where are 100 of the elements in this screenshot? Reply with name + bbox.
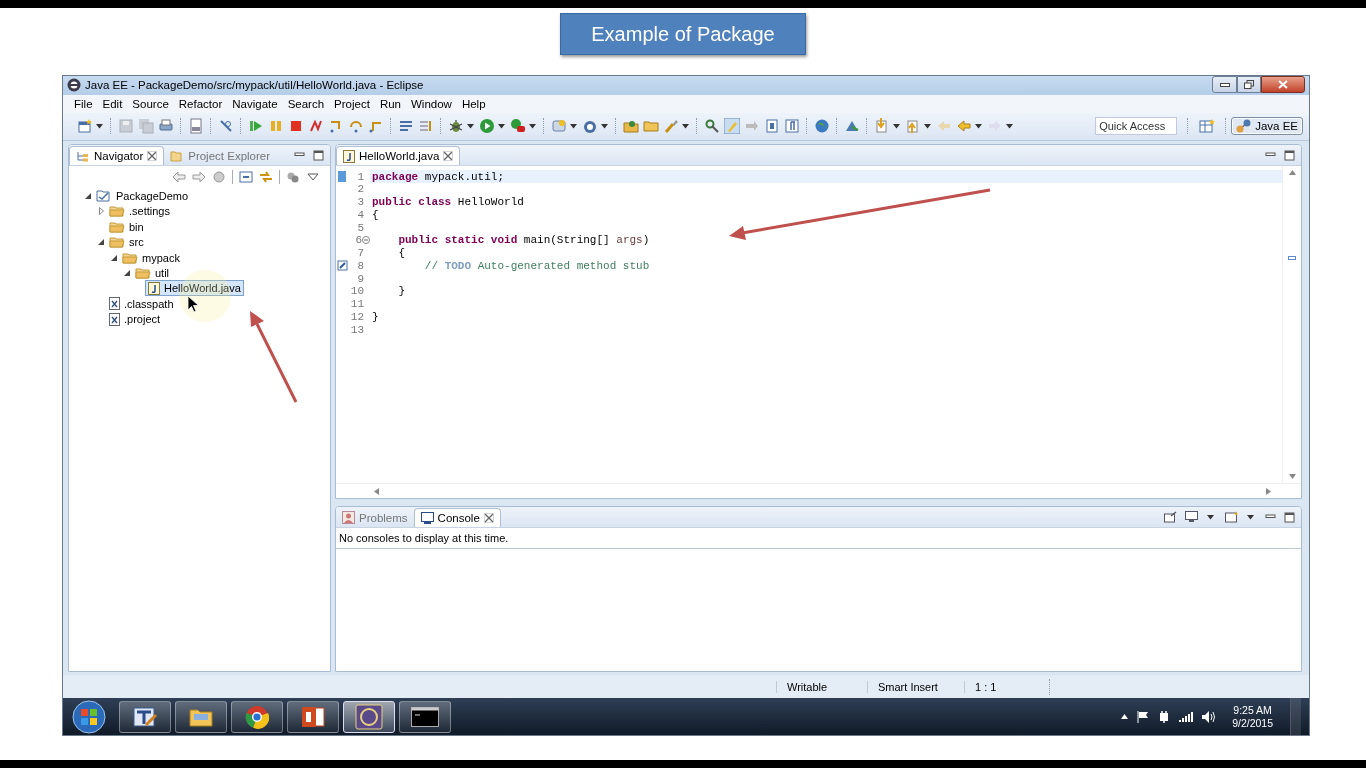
caret-icon[interactable]	[975, 123, 982, 129]
terminal-icon	[411, 706, 439, 727]
tab[interactable]: Navigator	[69, 146, 165, 166]
caret-icon[interactable]	[96, 123, 103, 129]
caret-icon[interactable]	[601, 123, 608, 129]
status-field: Smart Insert	[867, 680, 964, 693]
line-number: 10	[349, 285, 364, 298]
clock[interactable]: 9:25 AM 9/2/2015	[1232, 703, 1273, 730]
tree-item[interactable]: PackageDemo	[93, 187, 192, 204]
expanded-triangle-icon[interactable]	[124, 269, 130, 276]
menu-item[interactable]: Navigate	[227, 96, 283, 111]
scroll-up-icon[interactable]	[1288, 170, 1296, 176]
tree-item[interactable]: .project	[106, 311, 164, 328]
back-arrow-icon[interactable]	[172, 171, 186, 184]
tree-item[interactable]: util	[132, 264, 173, 281]
code-line: {	[397, 247, 405, 260]
maximize-icon[interactable]	[1284, 149, 1295, 161]
close-icon[interactable]	[147, 151, 158, 162]
binary-file-icon[interactable]	[188, 118, 204, 135]
person-icon	[342, 511, 355, 525]
tree-item[interactable]: .settings	[106, 203, 173, 220]
open-console-icon[interactable]	[1225, 511, 1238, 524]
scroll-down-icon[interactable]	[1288, 474, 1296, 480]
forward-arrow-icon[interactable]	[192, 171, 206, 184]
tree-item[interactable]: .classpath	[106, 295, 177, 312]
caret-icon[interactable]	[529, 123, 536, 129]
current-line-marker-icon	[338, 171, 346, 183]
menu-item[interactable]: Refactor	[173, 96, 228, 111]
speaker-icon[interactable]	[1202, 710, 1216, 723]
restore-button[interactable]	[1237, 76, 1261, 93]
code-line: }	[371, 310, 379, 323]
display-console-icon[interactable]	[1185, 511, 1198, 524]
menu-item[interactable]: Search	[282, 96, 330, 111]
minimize-button[interactable]	[1212, 76, 1237, 93]
tree-item[interactable]: mypack	[119, 249, 183, 266]
start-orb-icon[interactable]	[69, 699, 109, 734]
project-folder-icon	[96, 189, 112, 203]
tree-item[interactable]: src	[106, 234, 147, 251]
signal-bars-icon[interactable]	[1179, 711, 1194, 722]
scroll-left-icon[interactable]	[374, 487, 379, 495]
collapsed-triangle-icon[interactable]	[98, 207, 104, 216]
tab[interactable]: Project Explorer	[164, 146, 277, 166]
new-page-icon[interactable]	[77, 118, 93, 135]
tab[interactable]: HelloWorld.java	[336, 146, 461, 166]
pin-console-icon[interactable]	[1164, 511, 1177, 524]
mouse-pointer-icon	[187, 295, 199, 313]
tab[interactable]: Problems	[336, 508, 414, 528]
close-icon[interactable]	[443, 151, 454, 162]
menu-item[interactable]: Run	[374, 96, 406, 111]
caret-icon[interactable]	[1006, 123, 1013, 129]
plug-icon[interactable]	[1158, 710, 1171, 723]
menu-item[interactable]: Edit	[97, 96, 128, 111]
pilcrow-icon[interactable]	[784, 118, 800, 135]
maximize-icon[interactable]	[313, 149, 324, 161]
slides-icon	[300, 704, 326, 729]
tree-item[interactable]: bin	[106, 218, 147, 235]
caret-icon[interactable]	[893, 123, 900, 129]
perspective-button[interactable]: Java EE	[1231, 117, 1303, 136]
caret-icon[interactable]	[498, 123, 505, 129]
menu-item[interactable]: Project	[329, 96, 375, 111]
close-icon[interactable]	[483, 513, 494, 524]
taskbar-button[interactable]	[343, 700, 395, 733]
scroll-right-icon[interactable]	[1266, 487, 1271, 495]
expanded-triangle-icon[interactable]	[85, 192, 91, 199]
caret-icon[interactable]	[924, 123, 931, 129]
window-icon[interactable]	[764, 118, 780, 135]
overview-mark-icon	[1288, 256, 1296, 261]
close-button[interactable]	[1261, 76, 1305, 93]
menu-item[interactable]: Source	[127, 96, 174, 111]
maximize-icon[interactable]	[1284, 511, 1295, 523]
flag-icon[interactable]	[1137, 710, 1150, 723]
menu-item[interactable]: File	[69, 96, 98, 111]
status-field: Writable	[776, 680, 867, 693]
fold-icon[interactable]	[362, 236, 370, 245]
caret-icon[interactable]	[1207, 514, 1214, 520]
expanded-triangle-icon[interactable]	[111, 254, 117, 261]
open-perspective-icon[interactable]	[1199, 118, 1216, 135]
menu-item[interactable]: Window	[406, 96, 457, 111]
nodes-icon	[1236, 119, 1253, 134]
globe-icon[interactable]	[814, 118, 830, 135]
tree-item[interactable]: HelloWorld.java	[145, 280, 244, 297]
quick-access-field[interactable]: Quick Access	[1095, 117, 1178, 136]
window-title: Java EE - PackageDemo/src/mypack/util/HelloWorld.java - Eclipse	[85, 79, 425, 92]
link-arrows-icon[interactable]	[259, 171, 273, 184]
bug-icon[interactable]	[448, 118, 464, 135]
caret-icon[interactable]	[570, 123, 577, 129]
run-icon[interactable]	[479, 118, 495, 135]
caret-icon[interactable]	[1247, 514, 1254, 520]
caret-icon[interactable]	[682, 123, 689, 129]
code-line: }	[397, 285, 405, 298]
expanded-triangle-icon[interactable]	[98, 239, 104, 246]
tab[interactable]: Console	[413, 508, 501, 528]
caret-icon[interactable]	[467, 123, 474, 129]
line-number: 11	[349, 298, 364, 311]
collapse-all-icon[interactable]	[239, 171, 253, 184]
line-number: 12	[349, 310, 364, 323]
open-folder-icon[interactable]	[623, 118, 639, 135]
run-tool-icon[interactable]	[510, 118, 526, 135]
show-hidden-icon[interactable]	[1121, 714, 1129, 719]
menu-item[interactable]: Help	[456, 96, 491, 111]
